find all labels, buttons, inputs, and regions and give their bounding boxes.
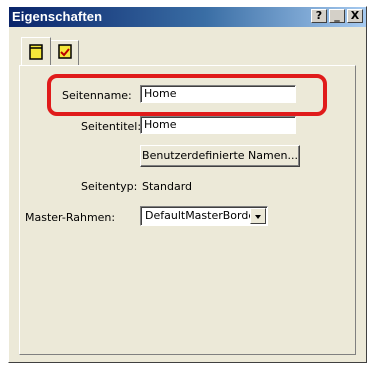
- window-title: Eigenschaften: [12, 9, 103, 24]
- chevron-down-icon[interactable]: [250, 208, 266, 224]
- page-checked-icon: [58, 44, 72, 59]
- tab-page-checked[interactable]: [51, 40, 79, 65]
- master-rahmen-select[interactable]: DefaultMasterBorder: [140, 206, 268, 226]
- properties-dialog: Eigenschaften ? _ X Seitenname: Home Sei…: [8, 6, 367, 363]
- title-bar[interactable]: Eigenschaften ? _ X: [9, 7, 366, 27]
- master-rahmen-value: DefaultMasterBorder: [145, 209, 260, 222]
- seitentitel-label: Seitentitel:: [81, 120, 142, 133]
- minimize-button[interactable]: _: [329, 9, 345, 23]
- tab-page[interactable]: [21, 37, 51, 65]
- page-icon: [29, 44, 43, 60]
- master-rahmen-label: Master-Rahmen:: [25, 211, 116, 224]
- custom-names-button[interactable]: Benutzerdefinierte Namen...: [140, 145, 300, 167]
- close-button[interactable]: X: [347, 9, 363, 23]
- highlight-annotation: [47, 74, 327, 116]
- seitentitel-field[interactable]: Home: [140, 116, 296, 134]
- seitentyp-value: Standard: [142, 180, 193, 193]
- help-button[interactable]: ?: [311, 9, 327, 23]
- title-buttons: ? _ X: [311, 9, 363, 23]
- seitentyp-label: Seitentyp:: [81, 180, 138, 193]
